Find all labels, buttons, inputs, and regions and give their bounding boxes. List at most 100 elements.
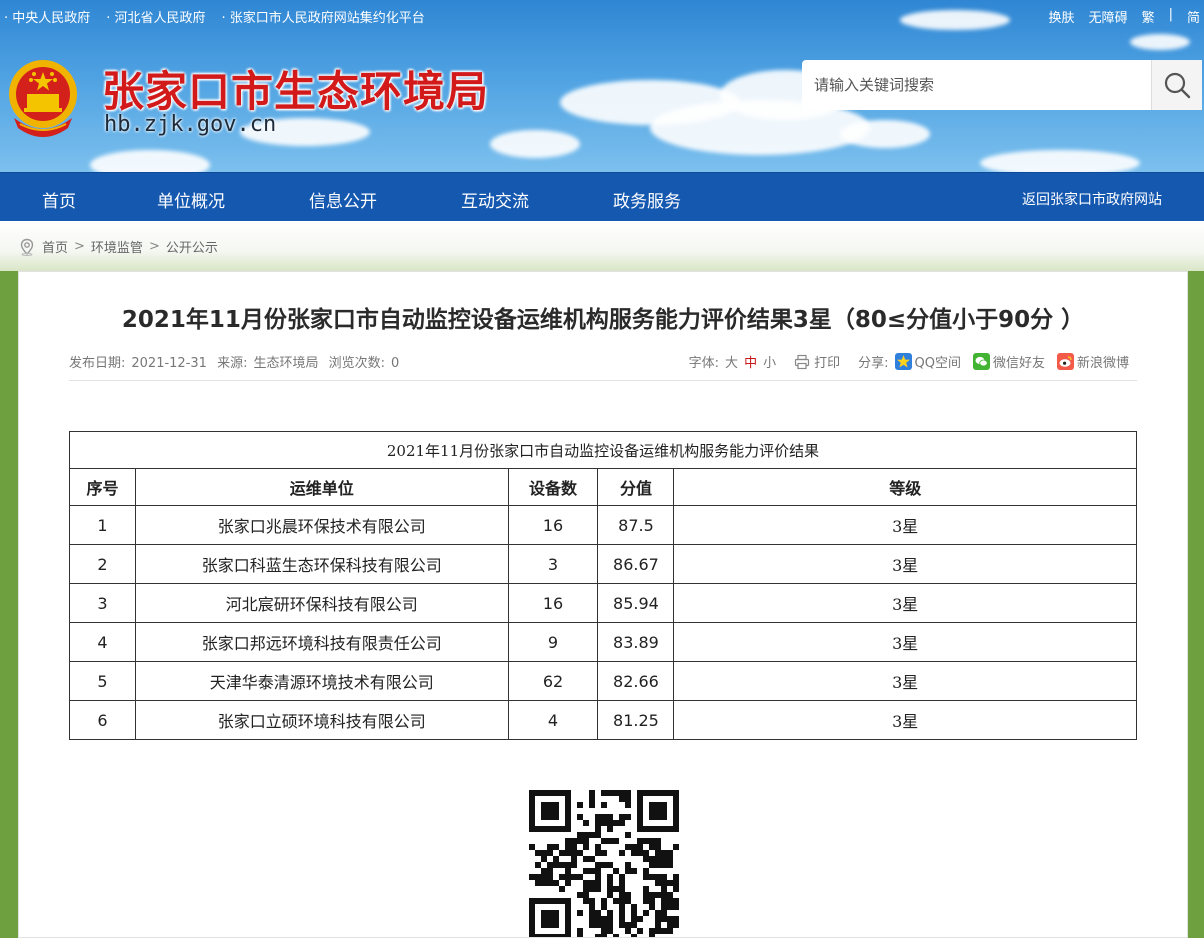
site-title[interactable]: 张家口市生态环境局 xyxy=(102,58,489,119)
table-caption: 2021年11月份张家口市自动监控设备运维机构服务能力评价结果 xyxy=(69,431,1137,469)
print-label: 打印 xyxy=(814,356,841,371)
cell-index: 4 xyxy=(69,622,136,662)
print-button[interactable]: 打印 xyxy=(794,352,840,371)
nav-item-home[interactable]: 首页 xyxy=(42,187,76,212)
evaluation-table: 2021年11月份张家口市自动监控设备运维机构服务能力评价结果 序号 运维单位 … xyxy=(69,431,1137,740)
article-panel: 2021年11月份张家口市自动监控设备运维机构服务能力评价结果3星（80≤分值小… xyxy=(18,271,1188,938)
cell-unit: 张家口立硕环境科技有限公司 xyxy=(134,700,509,740)
share-weibo-button[interactable]: 新浪微博 xyxy=(1056,352,1129,371)
qq-zone-icon xyxy=(894,353,912,370)
table-row: 6 张家口立硕环境科技有限公司 4 81.25 3星 xyxy=(69,700,1137,740)
cell-unit: 张家口邦远环境科技有限责任公司 xyxy=(134,622,509,662)
cell-device-count: 16 xyxy=(507,505,599,545)
cell-unit: 天津华泰清源环境技术有限公司 xyxy=(134,661,509,701)
header-device-count: 设备数 xyxy=(507,468,599,506)
font-medium-button[interactable]: 中 xyxy=(744,352,757,371)
skin-toggle[interactable]: 换肤 xyxy=(1049,7,1075,26)
share-qzone-button[interactable]: QQ空间 xyxy=(894,352,961,371)
search-button[interactable] xyxy=(1151,60,1202,110)
top-link-hebei-gov[interactable]: · 河北省人民政府 xyxy=(106,7,205,26)
cell-index: 3 xyxy=(69,583,136,623)
views-label: 浏览次数: xyxy=(328,356,386,371)
return-city-gov-link[interactable]: 返回张家口市政府网站 xyxy=(1022,189,1162,209)
cell-grade: 3星 xyxy=(673,544,1137,584)
top-bar: · 中央人民政府 · 河北省人民政府 · 张家口市人民政府网站集约化平台 换肤 … xyxy=(0,0,1204,30)
font-large-button[interactable]: 大 xyxy=(725,352,738,371)
cell-index: 6 xyxy=(69,700,136,740)
table-row: 5 天津华泰清源环境技术有限公司 62 82.66 3星 xyxy=(69,661,1137,701)
article-tools: 字体: 大 中 小 打印 分享: QQ空间 微信好友 新浪微博 xyxy=(689,352,1129,371)
location-pin-icon xyxy=(20,238,34,256)
cell-grade: 3星 xyxy=(673,583,1137,623)
cell-device-count: 16 xyxy=(507,583,599,623)
article-meta: 发布日期: 2021-12-31 来源: 生态环境局 浏览次数: 0 字体: 大 中 … xyxy=(69,352,1137,381)
print-icon xyxy=(794,354,810,369)
nav-item-interaction[interactable]: 互动交流 xyxy=(461,187,529,212)
breadcrumb-public-notice[interactable]: 公开公示 xyxy=(166,237,218,256)
source: 生态环境局 xyxy=(253,356,319,371)
article-meta-info: 发布日期: 2021-12-31 来源: 生态环境局 浏览次数: 0 xyxy=(69,352,405,371)
article-title: 2021年11月份张家口市自动监控设备运维机构服务能力评价结果3星（80≤分值小… xyxy=(121,307,1085,333)
cloud-decoration xyxy=(980,150,1140,172)
breadcrumb-bar: 首页 > 环境监管 > 公开公示 xyxy=(0,221,1204,271)
site-header: · 中央人民政府 · 河北省人民政府 · 张家口市人民政府网站集约化平台 换肤 … xyxy=(0,0,1204,172)
search-icon xyxy=(1164,72,1191,99)
table-row: 2 张家口科蓝生态环保科技有限公司 3 86.67 3星 xyxy=(69,544,1137,584)
cell-unit: 张家口科蓝生态环保科技有限公司 xyxy=(134,544,509,584)
site-domain: hb.zjk.gov.cn xyxy=(104,112,277,137)
top-link-central-gov[interactable]: · 中央人民政府 xyxy=(4,7,90,26)
breadcrumb-separator: > xyxy=(148,239,160,254)
cloud-decoration xyxy=(1130,34,1190,50)
cell-grade: 3星 xyxy=(673,700,1137,740)
cell-score: 83.89 xyxy=(597,622,675,662)
top-links: · 中央人民政府 · 河北省人民政府 · 张家口市人民政府网站集约化平台 xyxy=(4,7,425,26)
cloud-decoration xyxy=(490,130,580,158)
publish-date: 2021-12-31 xyxy=(131,356,207,371)
breadcrumb-home[interactable]: 首页 xyxy=(42,237,68,256)
cell-grade: 3星 xyxy=(673,661,1137,701)
weibo-icon xyxy=(1056,353,1074,370)
cell-device-count: 4 xyxy=(507,700,599,740)
traditional-chinese-link[interactable]: 繁 xyxy=(1142,7,1155,26)
simplified-chinese-link[interactable]: 简 xyxy=(1187,7,1200,26)
cell-score: 86.67 xyxy=(597,544,675,584)
breadcrumb-env-supervision[interactable]: 环境监管 xyxy=(91,237,143,256)
share-label: 分享: xyxy=(858,356,889,371)
cloud-decoration xyxy=(840,120,930,148)
cloud-decoration xyxy=(90,150,210,172)
cell-grade: 3星 xyxy=(673,622,1137,662)
table-header-row: 序号 运维单位 设备数 分值 等级 xyxy=(69,468,1137,506)
cell-score: 82.66 xyxy=(597,661,675,701)
header-unit: 运维单位 xyxy=(134,468,509,506)
share-qzone-label: QQ空间 xyxy=(914,356,961,371)
nav-item-services[interactable]: 政务服务 xyxy=(613,187,681,212)
nav-item-about[interactable]: 单位概况 xyxy=(157,187,225,212)
cell-index: 1 xyxy=(69,505,136,545)
cell-index: 2 xyxy=(69,544,136,584)
nav-item-info-disclosure[interactable]: 信息公开 xyxy=(309,187,377,212)
cell-unit: 张家口兆晨环保技术有限公司 xyxy=(134,505,509,545)
header-score: 分值 xyxy=(597,468,675,506)
share-weibo-label: 新浪微博 xyxy=(1076,356,1129,371)
national-emblem xyxy=(9,60,77,137)
cell-grade: 3星 xyxy=(673,505,1137,545)
main-nav: 首页 单位概况 信息公开 互动交流 政务服务 返回张家口市政府网站 xyxy=(0,172,1204,222)
header-grade: 等级 xyxy=(673,468,1137,506)
cell-device-count: 62 xyxy=(507,661,599,701)
search-input[interactable] xyxy=(812,75,1146,95)
top-link-zjk-platform[interactable]: · 张家口市人民政府网站集约化平台 xyxy=(222,7,425,26)
breadcrumb-separator: > xyxy=(74,239,85,254)
search-box xyxy=(802,60,1202,110)
share-wechat-label: 微信好友 xyxy=(992,356,1045,371)
qr-code xyxy=(528,789,680,937)
table-row: 4 张家口邦远环境科技有限责任公司 9 83.89 3星 xyxy=(69,622,1137,662)
font-small-button[interactable]: 小 xyxy=(763,352,776,371)
top-right-tools: 换肤 无障碍 繁 | 简 xyxy=(1049,7,1200,26)
share-wechat-button[interactable]: 微信好友 xyxy=(972,352,1045,371)
separator: | xyxy=(1168,7,1173,22)
header-index: 序号 xyxy=(69,468,136,506)
breadcrumb: 首页 > 环境监管 > 公开公示 xyxy=(18,237,218,256)
wechat-icon xyxy=(972,353,990,370)
accessibility-link[interactable]: 无障碍 xyxy=(1089,7,1128,26)
cell-score: 81.25 xyxy=(597,700,675,740)
